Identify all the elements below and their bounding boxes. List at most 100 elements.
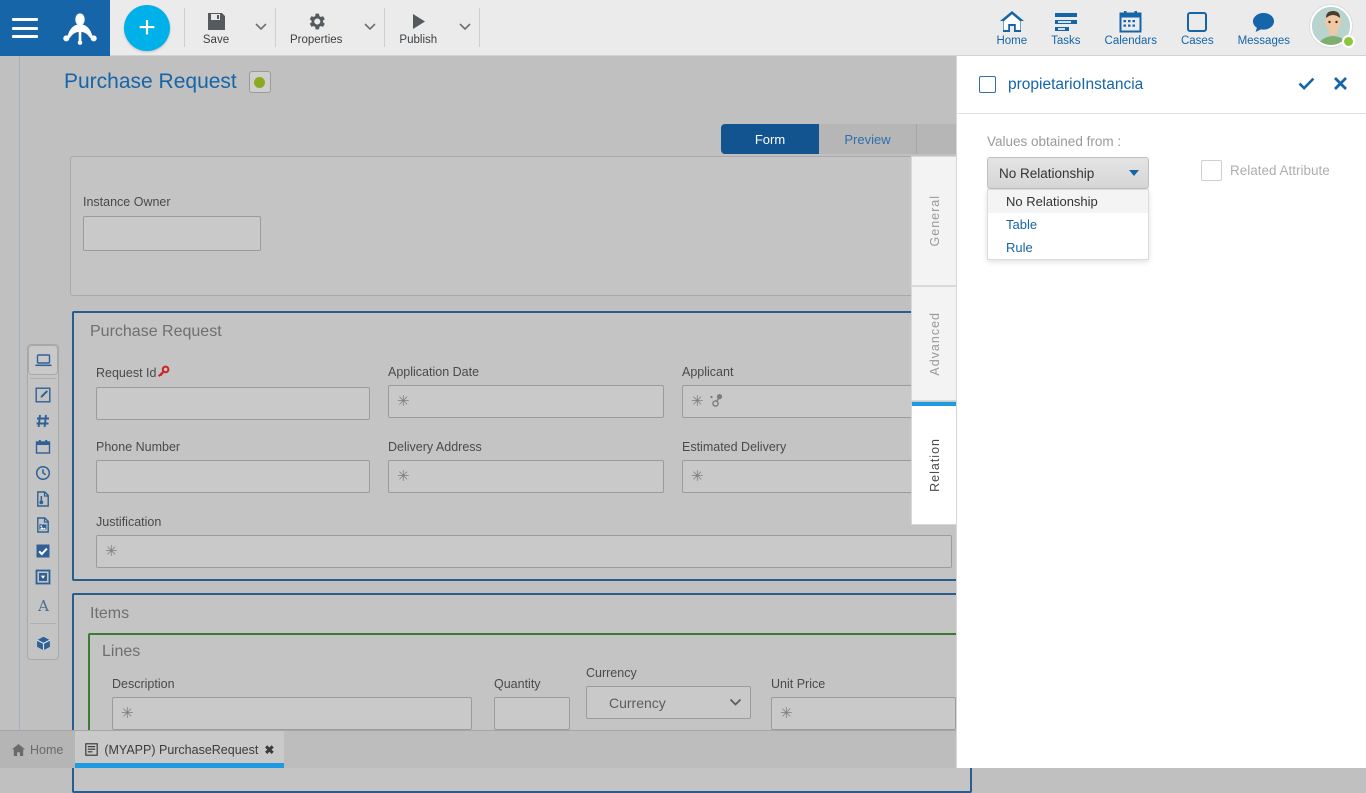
properties-dropdown-caret[interactable]: [356, 0, 384, 55]
vtab-general[interactable]: General: [911, 156, 957, 286]
required-asterisk: ✳: [691, 393, 704, 410]
rail-text-letter[interactable]: A: [28, 590, 58, 620]
nav-home[interactable]: Home: [984, 0, 1039, 55]
close-icon[interactable]: ✖: [264, 743, 274, 757]
currency-select-value: Currency: [609, 694, 666, 711]
relationship-row: No Relationship No Relationship Table Ru…: [987, 157, 1344, 260]
display-control-icon: [35, 353, 51, 366]
property-panel-header: propietarioInstancia: [957, 56, 1366, 114]
taskbar-tab-label: (MYAPP) PurchaseRequest: [104, 742, 259, 757]
rail-date-calendar[interactable]: [28, 434, 58, 460]
top-toolbar: + Save Properties Publish Home Tasks Cal…: [0, 0, 1366, 56]
delivery-address-input[interactable]: ✳: [388, 460, 664, 493]
gear-icon: [306, 10, 327, 32]
rail-box-3d[interactable]: [28, 627, 58, 659]
rail-edit-textbox[interactable]: [28, 382, 58, 408]
taskbar-home-label: Home: [30, 742, 64, 757]
application-date-label: Application Date: [388, 365, 480, 379]
rail-file-upload[interactable]: [28, 486, 58, 512]
calendar-icon: [1119, 9, 1142, 33]
rail-divider: [30, 378, 56, 379]
bizagi-frog-logo[interactable]: [61, 11, 99, 45]
control-rail: A: [27, 344, 59, 660]
rail-display-control[interactable]: [28, 345, 58, 375]
description-input[interactable]: ✳: [112, 697, 472, 730]
text-letter-a-icon: A: [37, 597, 49, 614]
option-rule[interactable]: Rule: [988, 236, 1148, 259]
vtab-relation[interactable]: Relation: [911, 402, 957, 525]
check-icon[interactable]: [1298, 76, 1315, 94]
request-id-input[interactable]: [96, 387, 370, 420]
column-currency: Currency Currency: [586, 666, 771, 719]
play-icon: [408, 10, 429, 32]
property-enable-checkbox[interactable]: [979, 76, 996, 93]
properties-button[interactable]: Properties: [276, 0, 356, 55]
rail-combobox[interactable]: [28, 564, 58, 590]
nav-tasks[interactable]: Tasks: [1039, 0, 1092, 55]
publish-button[interactable]: Publish: [385, 0, 451, 55]
status-dot: [254, 76, 266, 88]
publish-dropdown-caret[interactable]: [451, 0, 479, 55]
add-button[interactable]: +: [124, 5, 170, 51]
nav-cases-label: Cases: [1180, 35, 1214, 47]
option-table[interactable]: Table: [988, 213, 1148, 236]
lines-group-title: Lines: [102, 643, 141, 660]
unit-price-input[interactable]: ✳: [771, 697, 956, 730]
svg-text:A: A: [37, 597, 49, 614]
close-icon[interactable]: [1333, 76, 1348, 94]
option-no-relationship[interactable]: No Relationship: [988, 190, 1148, 213]
box-3d-icon: [36, 636, 50, 650]
relationship-select[interactable]: No Relationship: [987, 157, 1149, 189]
relation-icon: [709, 393, 724, 411]
application-date-input[interactable]: ✳: [388, 385, 664, 418]
designer-vertical-tabs: General Advanced Relation: [911, 156, 957, 525]
related-attribute-checkbox[interactable]: [1201, 160, 1222, 181]
rail-number-hash[interactable]: [28, 408, 58, 434]
nav-cases[interactable]: Cases: [1169, 0, 1226, 55]
hamburger-icon[interactable]: [11, 18, 38, 38]
unit-price-label: Unit Price: [771, 677, 826, 691]
rail-time-clock[interactable]: [28, 460, 58, 486]
nav-messages-label: Messages: [1237, 35, 1290, 47]
tab-form[interactable]: Form: [721, 124, 819, 154]
save-button[interactable]: Save: [185, 0, 247, 55]
rail-image-file[interactable]: [28, 512, 58, 538]
rail-checkbox[interactable]: [28, 538, 58, 564]
quantity-input[interactable]: [494, 697, 570, 730]
chevron-down-icon: [729, 698, 742, 706]
nav-calendars[interactable]: Calendars: [1093, 0, 1169, 55]
chevron-down-icon: [1129, 170, 1139, 176]
date-calendar-icon: [35, 440, 51, 454]
related-attribute-label: Related Attribute: [1230, 163, 1330, 178]
taskbar-home[interactable]: Home: [0, 731, 75, 768]
page-title: Purchase Request: [64, 70, 237, 93]
values-obtained-from-label: Values obtained from :: [987, 134, 1122, 149]
vtab-advanced[interactable]: Advanced: [911, 286, 957, 401]
avatar[interactable]: [1310, 5, 1355, 49]
phone-number-input[interactable]: [96, 460, 370, 493]
save-dropdown-caret[interactable]: [247, 0, 275, 55]
presence-indicator: [1342, 35, 1355, 48]
tab-preview[interactable]: Preview: [819, 124, 917, 154]
nav-messages[interactable]: Messages: [1226, 0, 1302, 55]
properties-tool-group: Properties: [276, 0, 384, 55]
home-icon: [999, 9, 1025, 33]
property-panel: propietarioInstancia Values obtained fro…: [956, 56, 1366, 768]
items-group-title: Items: [90, 605, 130, 622]
justification-input[interactable]: ✳: [96, 535, 952, 568]
property-panel-body: Values obtained from : No Relationship N…: [957, 114, 1366, 260]
checkbox-checked-icon: [36, 544, 50, 558]
currency-label: Currency: [586, 666, 637, 680]
field-request-id: Request Id: [96, 365, 388, 420]
status-badge[interactable]: [248, 71, 271, 93]
form-doc-icon: [85, 743, 99, 756]
taskbar-tab-purchaserequest[interactable]: (MYAPP) PurchaseRequest ✖: [75, 731, 285, 768]
instance-owner-input[interactable]: [83, 216, 261, 251]
currency-select[interactable]: Currency: [586, 686, 751, 719]
brand-block: [0, 0, 110, 56]
relationship-options-list: No Relationship Table Rule: [987, 189, 1149, 260]
required-asterisk: ✳: [397, 393, 410, 410]
purchase-request-group-title: Purchase Request: [90, 323, 222, 340]
field-delivery-address: Delivery Address ✳: [388, 440, 682, 493]
